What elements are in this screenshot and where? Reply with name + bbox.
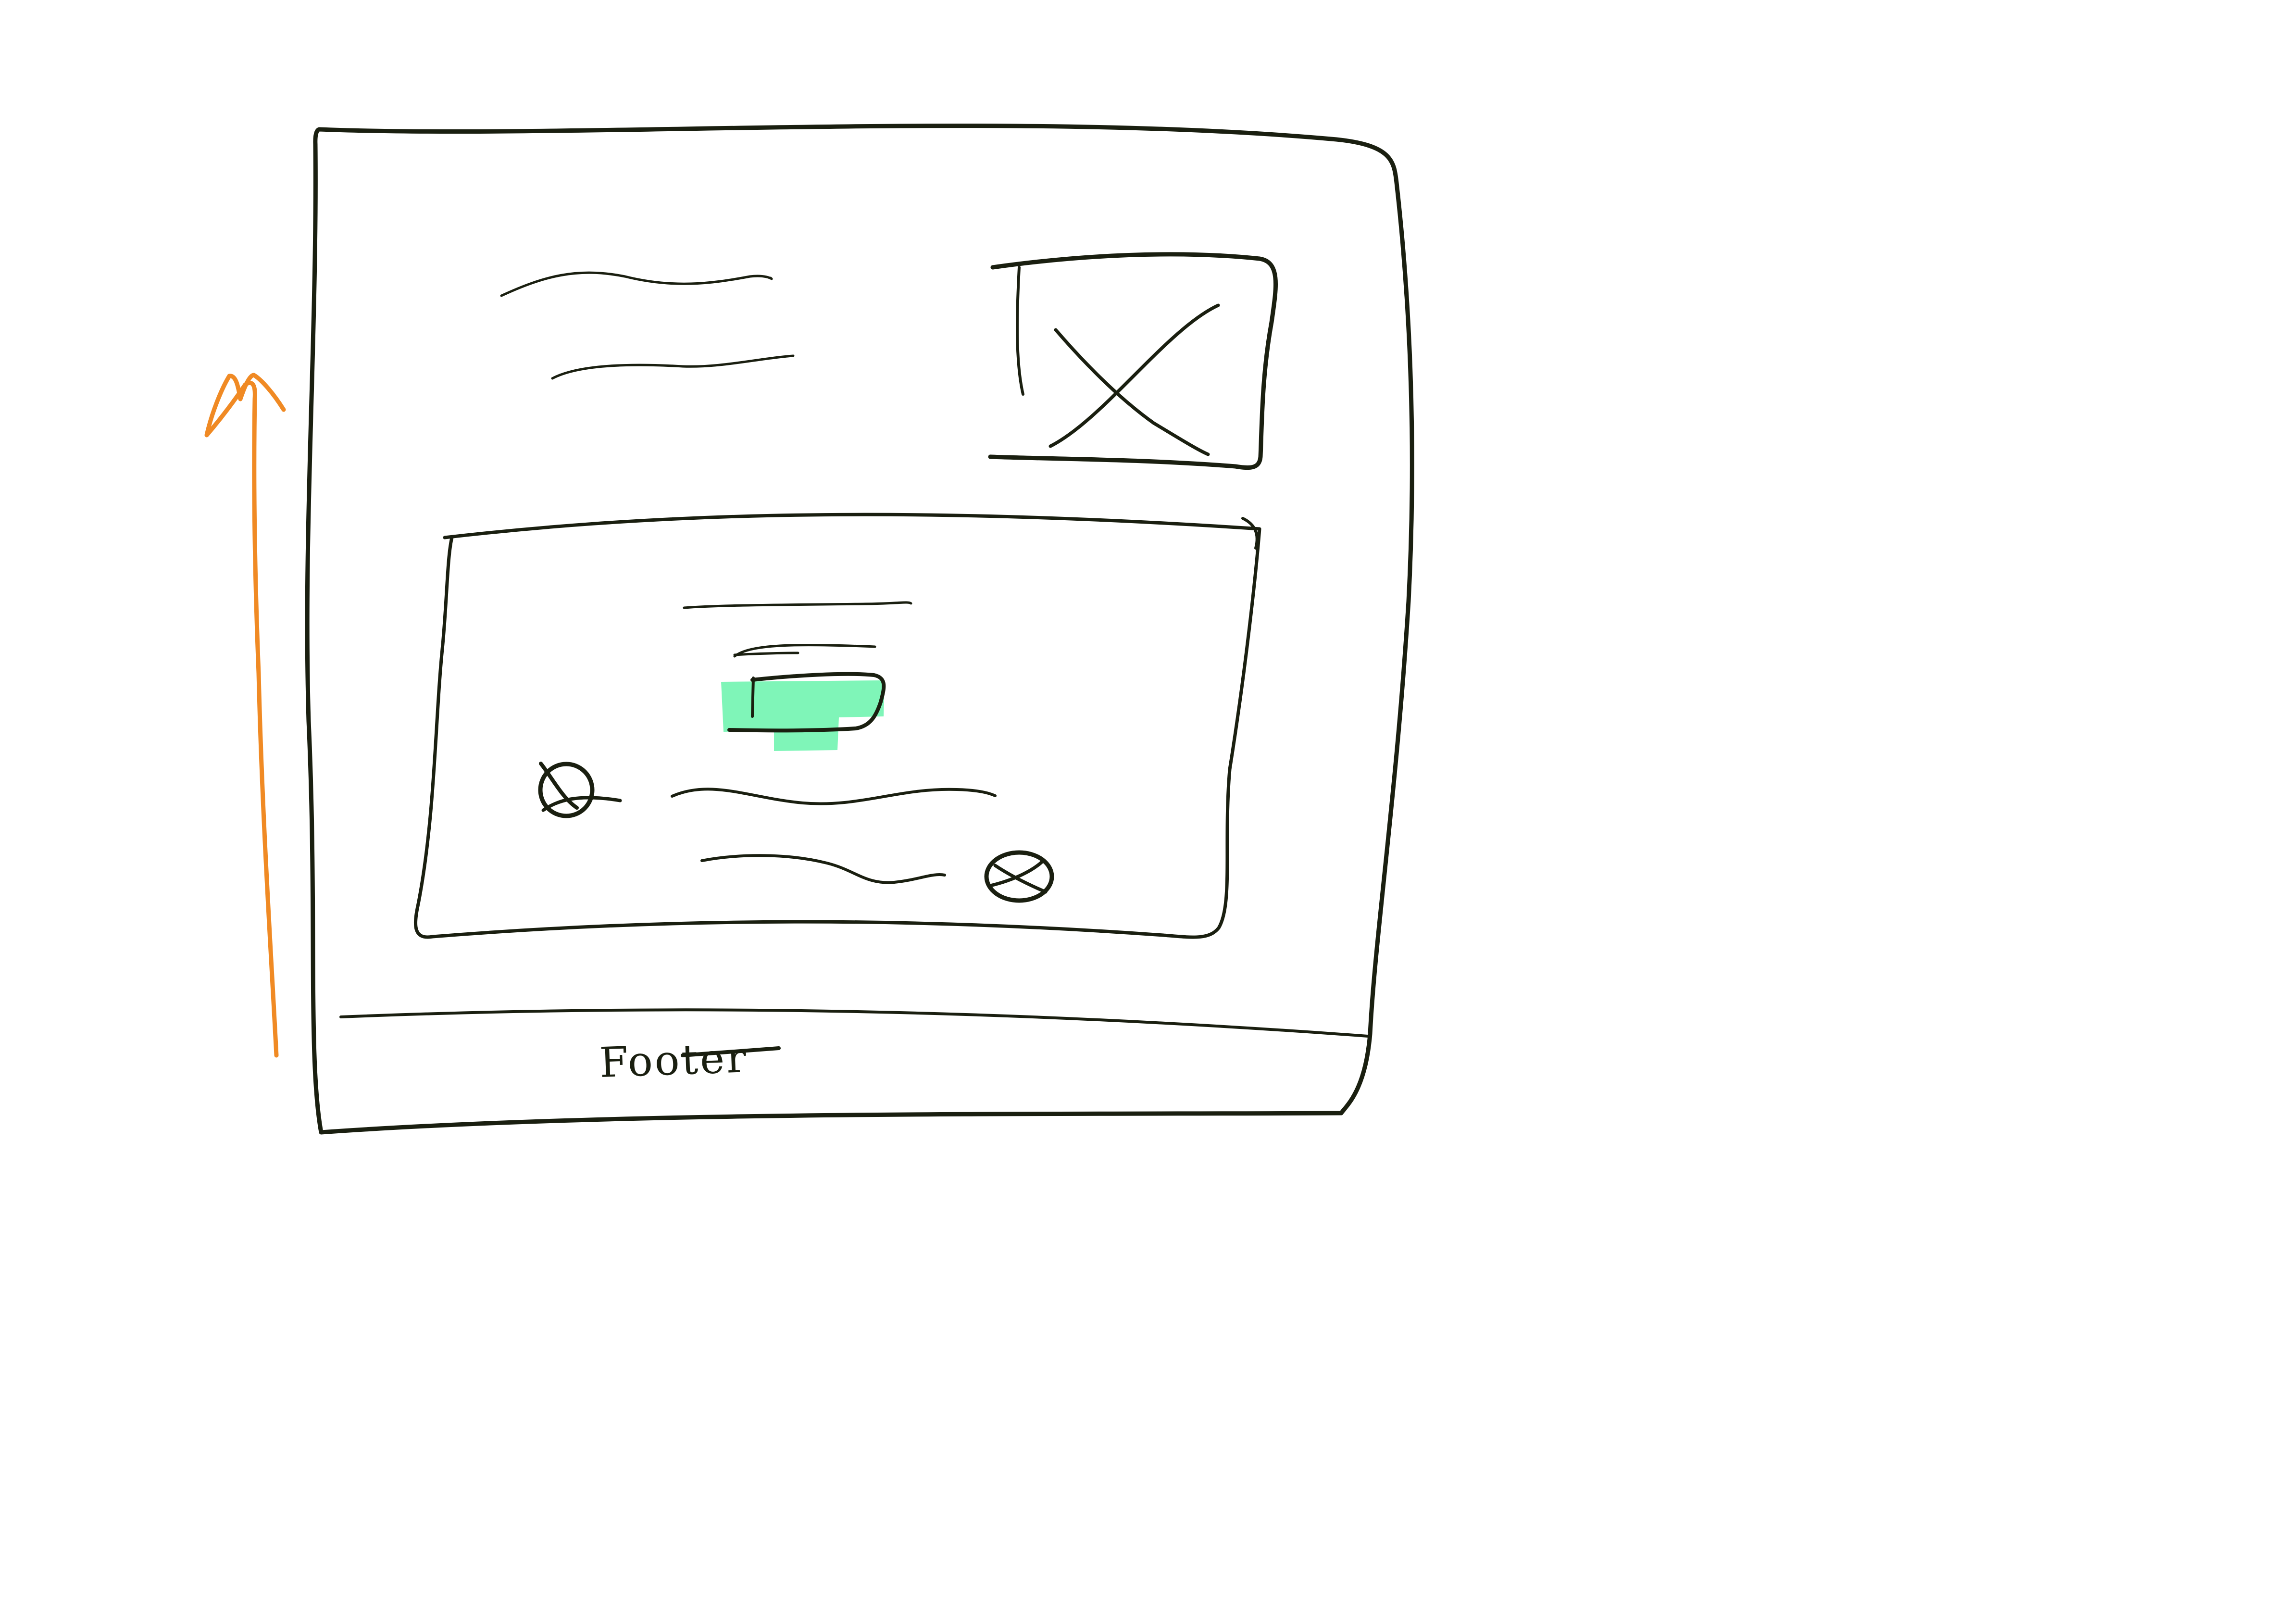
wireframe-sketch: Footer bbox=[204, 124, 1414, 1135]
footer-label: Footer bbox=[599, 1034, 749, 1087]
scroll-up-arrow bbox=[204, 373, 286, 1058]
footer-divider bbox=[339, 1008, 1369, 1038]
crossed-box-icon bbox=[1054, 328, 1210, 456]
button-highlight bbox=[721, 680, 885, 751]
card-heading-line bbox=[683, 601, 912, 609]
primary-button[interactable] bbox=[721, 672, 886, 751]
right-control[interactable] bbox=[984, 850, 1054, 903]
card-body-line-2 bbox=[700, 854, 946, 884]
left-control[interactable] bbox=[538, 762, 622, 818]
image-placeholder bbox=[988, 252, 1278, 470]
card-body-line-1 bbox=[671, 788, 997, 805]
header-title-line bbox=[500, 271, 773, 297]
header-subtitle-line bbox=[551, 354, 795, 380]
up-arrow-icon bbox=[204, 373, 286, 1058]
page-frame bbox=[305, 124, 1414, 1135]
